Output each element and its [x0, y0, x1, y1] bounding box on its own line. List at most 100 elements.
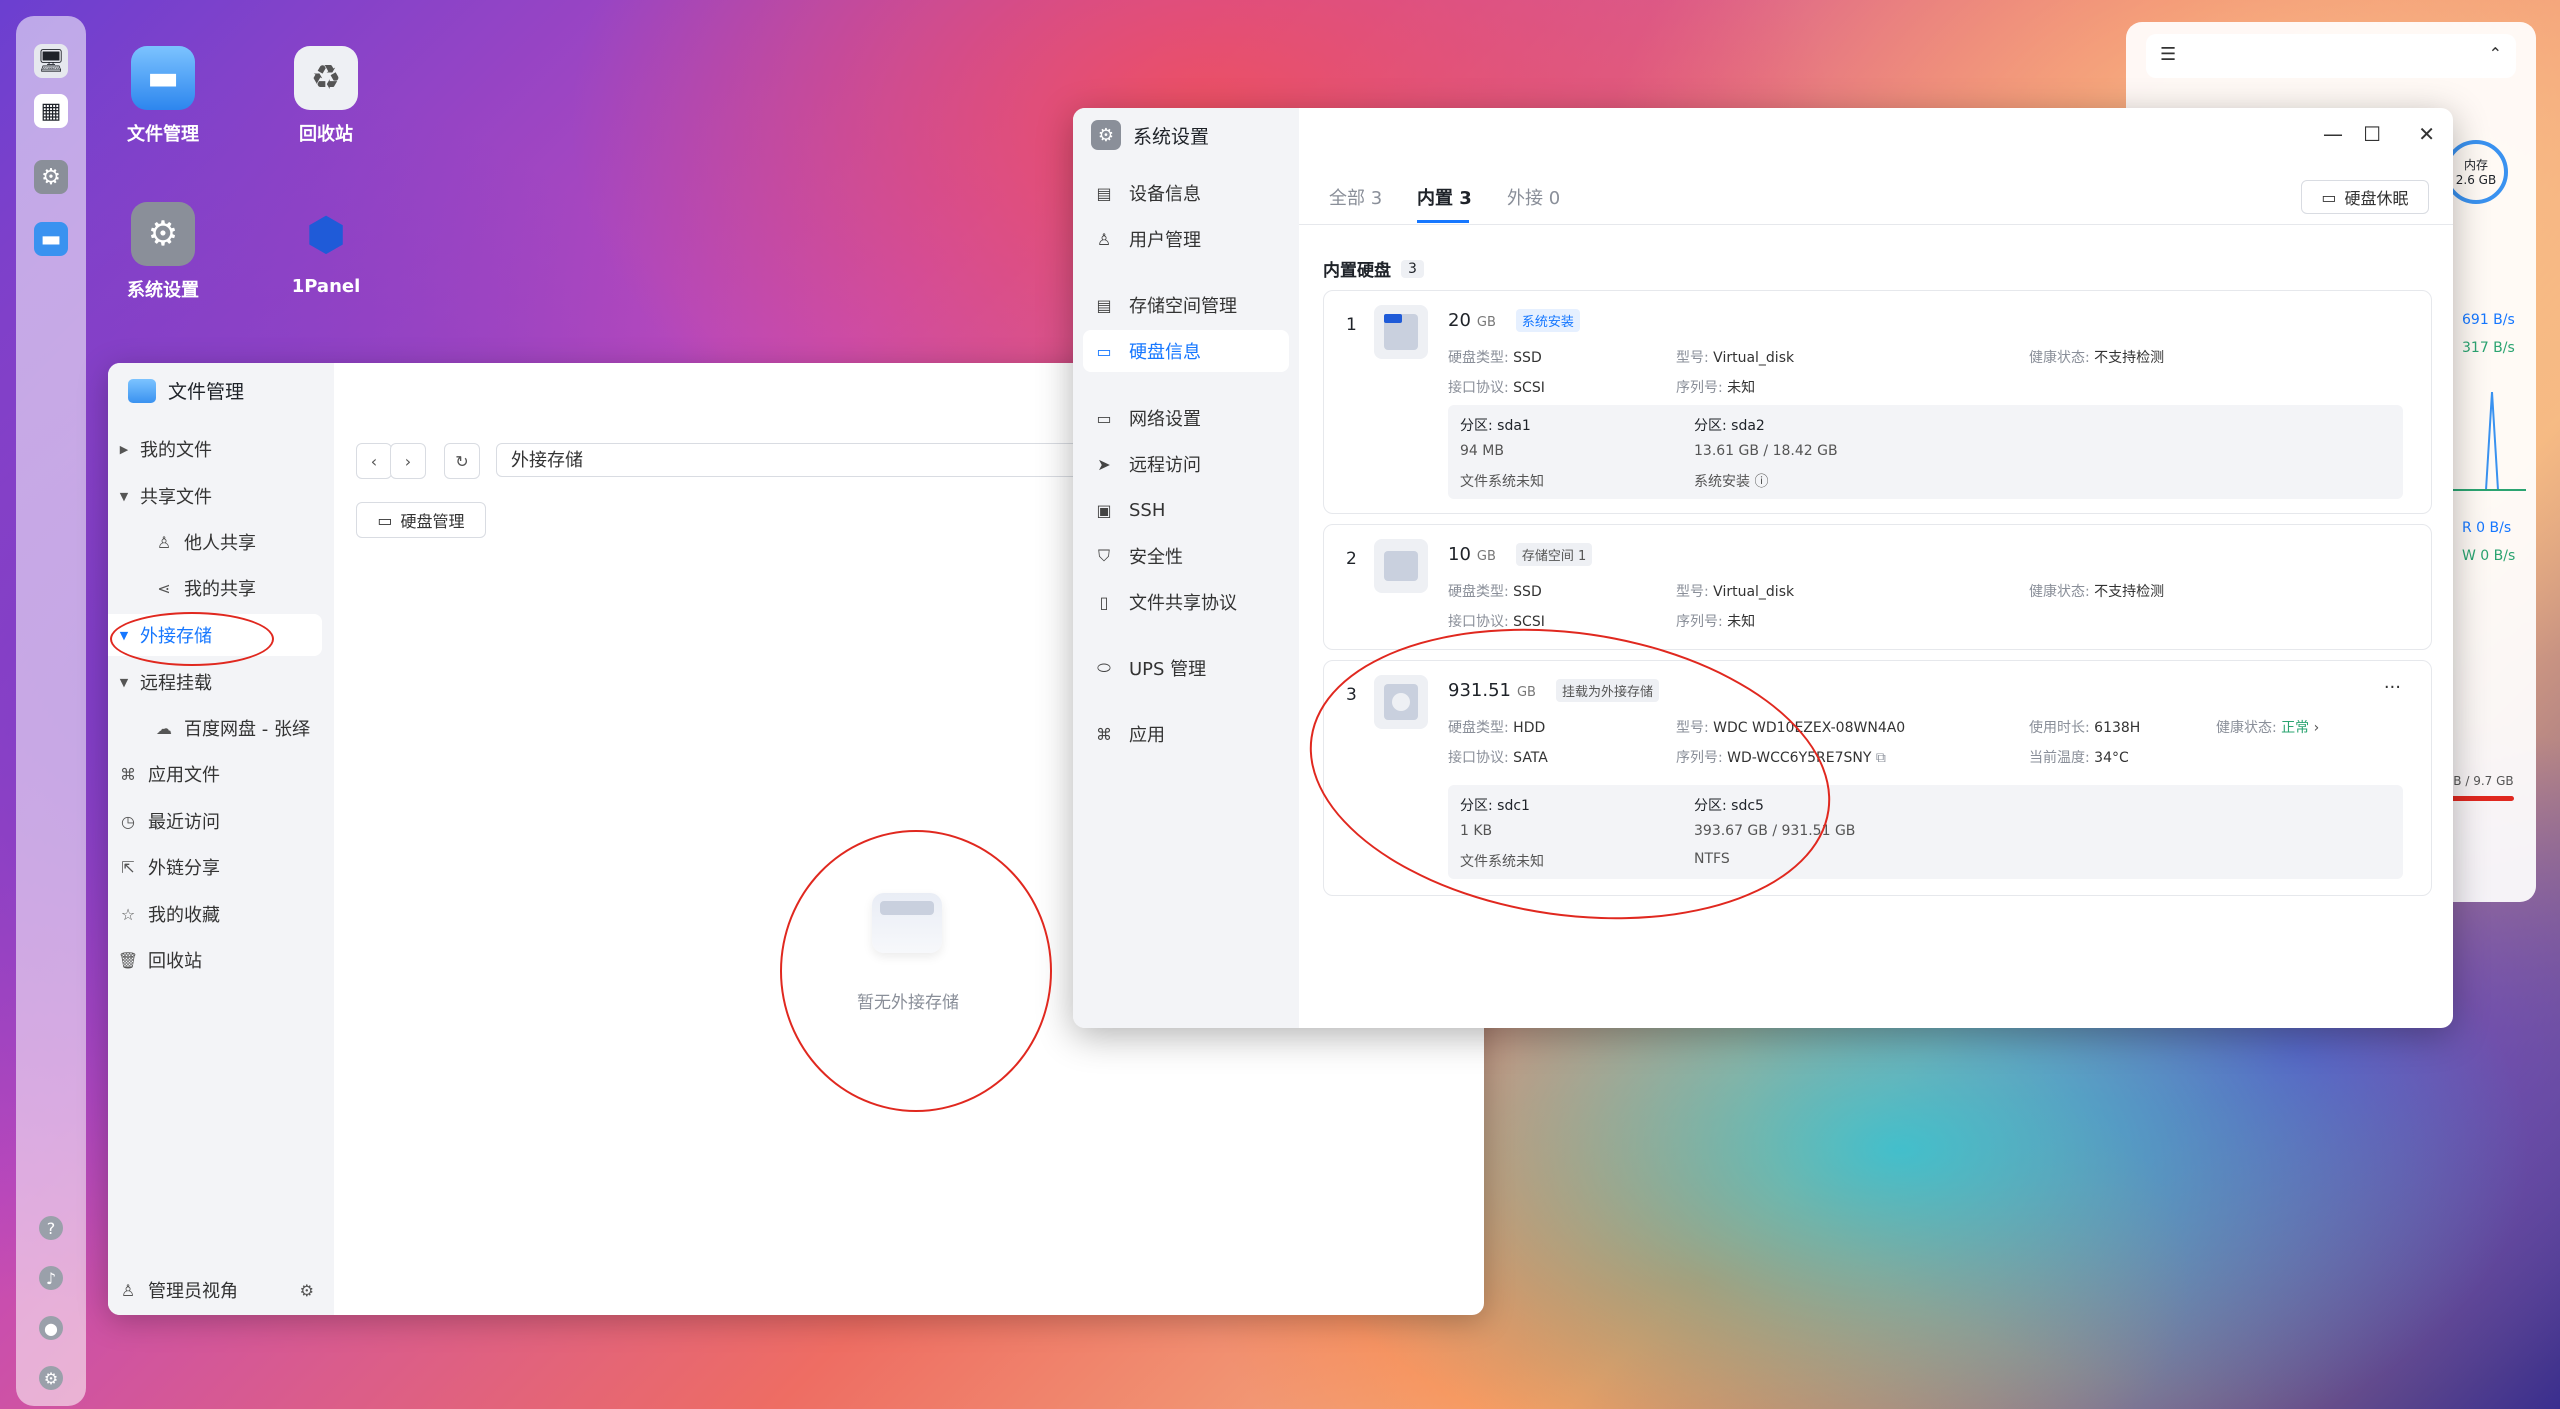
nav-label: 安全性: [1129, 547, 1183, 568]
nav-label: 硬盘信息: [1129, 342, 1201, 363]
help-icon[interactable]: ?: [39, 1216, 63, 1240]
bell-icon[interactable]: ♪: [39, 1266, 63, 1290]
disk-tag: 存储空间 1: [1515, 543, 1593, 566]
kv-value: 正常: [2281, 720, 2310, 736]
nav-recent[interactable]: ◷ 最近访问: [108, 800, 330, 842]
nav-favorites[interactable]: ☆ 我的收藏: [108, 893, 330, 935]
partition-fs: 系统安装 ⓘ: [1694, 474, 1769, 490]
tab-internal[interactable]: 内置 3: [1417, 184, 1472, 210]
nav-disk-info[interactable]: ▭ 硬盘信息: [1083, 330, 1289, 372]
disk-card-1[interactable]: 1 20 GB 系统安装 硬盘类型: SSD 型号: Virtual_disk …: [1323, 290, 2432, 514]
widget-header: ☰ ⌃: [2146, 34, 2516, 78]
kv-value: 6138H: [2094, 720, 2141, 736]
nav-device-info[interactable]: ▤ 设备信息: [1083, 172, 1289, 214]
folder-icon: [128, 378, 156, 403]
nav-label: 我的文件: [140, 440, 212, 461]
nav-ups[interactable]: ⬭ UPS 管理: [1083, 647, 1289, 689]
disk-type: 硬盘类型: SSD: [1448, 347, 1542, 367]
nav-recycle[interactable]: 🗑 回收站: [108, 939, 330, 981]
settings-icon[interactable]: ⚙: [300, 1281, 314, 1300]
tab-all[interactable]: 全部 3: [1329, 184, 1382, 210]
settings-dock-icon[interactable]: ⚙: [34, 160, 68, 194]
disk-sleep-button[interactable]: ▭ 硬盘休眠: [2301, 180, 2429, 214]
document-icon: ▯: [1099, 592, 1109, 612]
desktop-icon-files[interactable]: ▬ 文件管理: [88, 46, 238, 146]
partition-name: 分区: sda1: [1460, 418, 1531, 434]
monitor-icon[interactable]: 🖥: [34, 44, 68, 78]
kv-key: 健康状态:: [2216, 720, 2277, 736]
nav-my-files[interactable]: ▶ 我的文件: [108, 428, 322, 470]
collapse-icon[interactable]: ⌃: [2489, 44, 2502, 63]
kv-key: 接口协议:: [1448, 614, 1509, 630]
nav-network[interactable]: ▭ 网络设置: [1083, 397, 1289, 439]
nav-link-share[interactable]: ⇱ 外链分享: [108, 846, 330, 888]
disk-write: W 0 B/s: [2462, 548, 2516, 564]
nav-file-share-protocol[interactable]: ▯ 文件共享协议: [1083, 581, 1289, 623]
disk-interface: 接口协议: SCSI: [1448, 377, 1545, 397]
admin-view[interactable]: ♙ 管理员视角 ⚙: [108, 1269, 326, 1311]
kv-key: 型号:: [1676, 584, 1709, 600]
ups-shield-icon: ⬭: [1097, 658, 1111, 677]
nav-label: 远程访问: [1129, 455, 1201, 476]
storage-icon: ▤: [1096, 295, 1112, 315]
section-header: 内置硬盘 3: [1323, 256, 1424, 281]
chevron-right-icon: ▶: [119, 442, 129, 456]
nav-ssh[interactable]: ▣ SSH: [1083, 489, 1289, 531]
user-icon[interactable]: ●: [39, 1316, 63, 1340]
refresh-button[interactable]: ↻: [444, 443, 480, 479]
recycle-icon: ♻: [294, 46, 358, 110]
filter-icon[interactable]: ☰: [2160, 44, 2176, 65]
nav-others-share[interactable]: ♙ 他人共享: [108, 521, 366, 563]
admin-view-label: 管理员视角: [148, 1281, 238, 1302]
tab-external[interactable]: 外接 0: [1507, 184, 1560, 210]
nav-remote-mount[interactable]: ▼ 远程挂载: [108, 661, 322, 703]
section-title: 内置硬盘: [1323, 261, 1391, 281]
app-grid-icon[interactable]: ▦: [34, 94, 68, 128]
trash-icon: 🗑: [117, 950, 139, 970]
more-icon[interactable]: ···: [2384, 677, 2401, 698]
disk-model: 型号: Virtual_disk: [1676, 347, 1794, 367]
disk-icon: ▭: [1096, 341, 1112, 361]
back-button[interactable]: ‹: [356, 443, 392, 479]
files-dock-icon[interactable]: ▬: [34, 222, 68, 256]
kv-value: 不支持检测: [2094, 584, 2165, 600]
star-icon: ☆: [120, 904, 136, 924]
disk-health[interactable]: 健康状态: 正常 ›: [2216, 717, 2319, 737]
disk-capacity: 10 GB 存储空间 1: [1448, 543, 1593, 566]
forward-button[interactable]: ›: [390, 443, 426, 479]
cloud-icon: ☁: [156, 718, 172, 738]
nav-label: 最近访问: [148, 812, 220, 833]
nav-label: 我的收藏: [148, 905, 220, 926]
nav-storage-manage[interactable]: ▤ 存储空间管理: [1083, 284, 1289, 326]
nav-my-share[interactable]: ⋖ 我的共享: [108, 567, 366, 609]
nav-app-files[interactable]: ⌘ 应用文件: [108, 753, 330, 795]
copy-icon[interactable]: ⧉: [1876, 750, 1886, 766]
disk-health: 健康状态: 不支持检测: [2029, 347, 2164, 367]
disk-read: R 0 B/s: [2462, 520, 2512, 536]
user-icon: ♙: [1096, 229, 1112, 249]
terminal-icon: ▣: [1096, 500, 1112, 520]
ssd-icon: [1374, 539, 1428, 593]
partition-size: 94 MB: [1460, 443, 1504, 459]
disk-manage-button[interactable]: ▭ 硬盘管理: [356, 502, 486, 538]
maximize-icon[interactable]: ☐: [2363, 122, 2381, 146]
desktop-icon-1panel[interactable]: ⬢ 1Panel: [251, 202, 401, 297]
nav-baidu-disk[interactable]: ☁ 百度网盘 - 张绎: [108, 707, 366, 749]
kv-key: 使用时长:: [2029, 720, 2090, 736]
desktop-icon-settings[interactable]: ⚙ 系统设置: [88, 202, 238, 302]
nav-apps[interactable]: ⌘ 应用: [1083, 713, 1289, 755]
nav-shared-files[interactable]: ▼ 共享文件: [108, 475, 322, 517]
nav-label: 应用文件: [148, 765, 220, 786]
desktop-icon-recycle[interactable]: ♻ 回收站: [251, 46, 401, 146]
nav-security[interactable]: ⛉ 安全性: [1083, 535, 1289, 577]
close-icon[interactable]: ✕: [2418, 122, 2435, 146]
settings-title: ⚙ 系统设置: [1091, 120, 1209, 150]
gear-icon[interactable]: ⚙: [39, 1366, 63, 1390]
memory-value: 2.6 GB: [2455, 173, 2497, 187]
nav-remote-access[interactable]: ➤ 远程访问: [1083, 443, 1289, 485]
minimize-icon[interactable]: —: [2323, 122, 2343, 146]
partition-fs: 文件系统未知: [1460, 474, 1544, 490]
nav-label: 用户管理: [1129, 230, 1201, 251]
section-count: 3: [1401, 259, 1424, 278]
nav-user-manage[interactable]: ♙ 用户管理: [1083, 218, 1289, 260]
